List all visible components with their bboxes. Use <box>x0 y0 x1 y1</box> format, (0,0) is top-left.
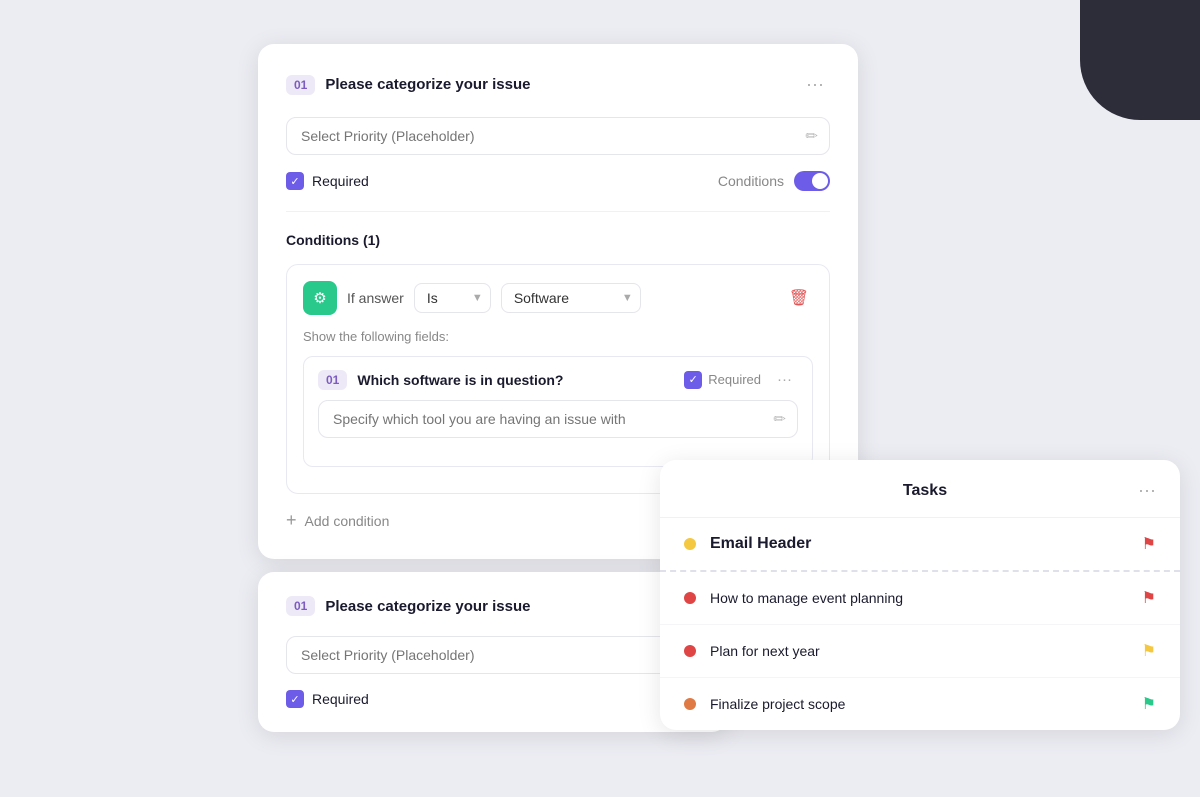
condition-type-wrapper: Is Is not ▼ <box>414 283 491 313</box>
task-dot-red-2 <box>684 645 696 657</box>
bottom-required-checkbox[interactable]: ✓ <box>286 690 304 708</box>
conditions-text: Conditions <box>718 173 784 189</box>
task-label-3: Finalize project scope <box>710 696 1128 712</box>
plus-icon: + <box>286 510 297 531</box>
nested-step-badge: 01 <box>318 370 347 390</box>
required-checkbox[interactable]: ✓ <box>286 172 304 190</box>
task-flag-red: ⚑ <box>1142 534 1156 554</box>
filter-icon: ⚙ <box>303 281 337 315</box>
condition-value-select[interactable]: Software Hardware Network <box>501 283 641 313</box>
tasks-header: Tasks ··· <box>660 460 1180 518</box>
priority-input-wrapper: ✏ <box>286 117 830 155</box>
bottom-required-left: ✓ Required <box>286 690 369 708</box>
nested-field-header: 01 Which software is in question? ✓ Requ… <box>318 369 798 390</box>
if-answer-text: If answer <box>347 290 404 306</box>
required-label: Required <box>312 173 369 189</box>
corner-decoration <box>1080 0 1200 120</box>
condition-value-wrapper: Software Hardware Network ▼ <box>501 283 641 313</box>
bottom-priority-input[interactable] <box>286 636 700 674</box>
tasks-title: Tasks <box>712 482 1138 500</box>
more-menu-button[interactable]: ··· <box>800 72 830 97</box>
task-flag-1: ⚑ <box>1142 588 1156 608</box>
edit-icon: ✏ <box>805 127 818 145</box>
nested-required-label: Required <box>708 372 761 387</box>
bottom-required-label: Required <box>312 691 369 707</box>
bottom-step-badge: 01 <box>286 596 315 616</box>
show-fields-text: Show the following fields: <box>303 329 813 344</box>
email-header-label: Email Header <box>710 535 1128 553</box>
nested-more-button[interactable]: ··· <box>771 369 798 390</box>
divider <box>286 211 830 212</box>
bottom-card-header: 01 Please categorize your issue <box>286 596 700 616</box>
task-flag-3: ⚑ <box>1142 694 1156 714</box>
conditions-toggle[interactable] <box>794 171 830 191</box>
delete-condition-button[interactable]: 🗑 <box>785 284 813 312</box>
bottom-required-row: ✓ Required <box>286 690 700 708</box>
nested-required-checkbox[interactable]: ✓ <box>684 371 702 389</box>
priority-input[interactable] <box>286 117 830 155</box>
bottom-priority-input-wrapper <box>286 636 700 674</box>
nested-field: 01 Which software is in question? ✓ Requ… <box>303 356 813 467</box>
task-dot-orange <box>684 698 696 710</box>
conditions-right: Conditions <box>718 171 830 191</box>
nested-edit-icon: ✏ <box>773 410 786 428</box>
add-condition-button[interactable]: + Add condition <box>286 510 389 531</box>
step-badge: 01 <box>286 75 315 95</box>
conditions-section-title: Conditions (1) <box>286 232 830 248</box>
card-header: 01 Please categorize your issue ··· <box>286 72 830 97</box>
task-dot-red-1 <box>684 592 696 604</box>
task-item-1[interactable]: How to manage event planning ⚑ <box>660 572 1180 625</box>
bottom-card: 01 Please categorize your issue ✓ Requir… <box>258 572 728 732</box>
nested-input[interactable] <box>318 400 798 438</box>
tasks-more-button[interactable]: ··· <box>1138 480 1156 501</box>
card-title: Please categorize your issue <box>325 76 790 93</box>
task-item-3[interactable]: Finalize project scope ⚑ <box>660 678 1180 730</box>
task-label-1: How to manage event planning <box>710 590 1128 606</box>
nested-field-title: Which software is in question? <box>357 372 674 388</box>
bottom-card-title: Please categorize your issue <box>325 598 700 615</box>
add-condition-label: Add condition <box>305 513 390 529</box>
nested-input-wrapper: ✏ <box>318 400 798 438</box>
required-row: ✓ Required Conditions <box>286 171 830 191</box>
task-item-email-header[interactable]: Email Header ⚑ <box>660 518 1180 572</box>
condition-type-select[interactable]: Is Is not <box>414 283 491 313</box>
tasks-card: Tasks ··· Email Header ⚑ How to manage e… <box>660 460 1180 730</box>
task-dot-yellow <box>684 538 696 550</box>
condition-row: ⚙ If answer Is Is not ▼ Software Hardwar… <box>303 281 813 315</box>
required-left: ✓ Required <box>286 172 369 190</box>
nested-required-row: ✓ Required <box>684 371 761 389</box>
task-flag-2: ⚑ <box>1142 641 1156 661</box>
task-item-2[interactable]: Plan for next year ⚑ <box>660 625 1180 678</box>
task-label-2: Plan for next year <box>710 643 1128 659</box>
